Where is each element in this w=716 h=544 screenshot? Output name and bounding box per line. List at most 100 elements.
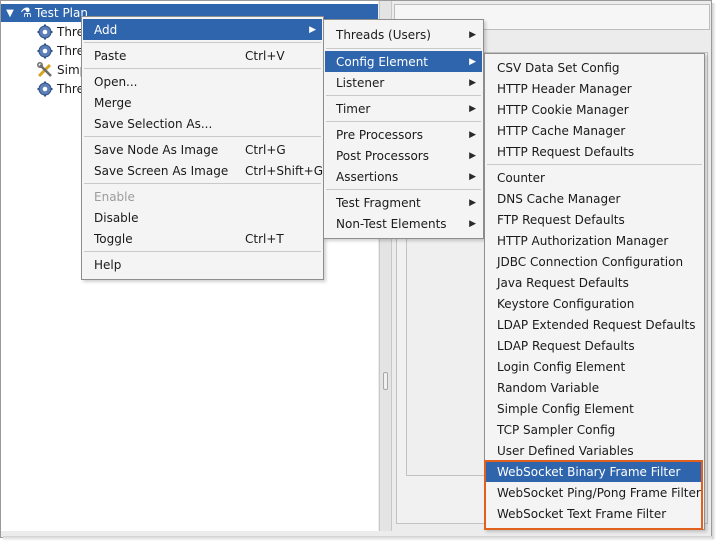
- gear-icon: [37, 81, 53, 97]
- menu-item-help[interactable]: Help: [83, 254, 322, 275]
- menu-item-label: Disable: [94, 210, 139, 225]
- menu-item-user-defined-variables[interactable]: User Defined Variables: [486, 440, 703, 461]
- menu-item-label: Test Fragment: [336, 195, 421, 210]
- menu-item-jdbc-connection-configuration[interactable]: JDBC Connection Configuration: [486, 251, 703, 272]
- menu-item-label: CSV Data Set Config: [497, 60, 620, 75]
- menu-item-listener[interactable]: Listener ▶: [325, 72, 482, 93]
- menu-item-label: Login Config Element: [497, 359, 626, 374]
- menu-separator: [326, 189, 481, 190]
- menu-item-label: Paste: [94, 48, 127, 63]
- menu-item-counter[interactable]: Counter: [486, 167, 703, 188]
- tree-node-thread-group[interactable]: Thre: [37, 42, 84, 60]
- config-element-submenu: CSV Data Set Config HTTP Header Manager …: [484, 53, 705, 530]
- menu-item-threads[interactable]: Threads (Users) ▶: [325, 24, 482, 45]
- menu-separator: [487, 164, 702, 165]
- menu-item-http-cache-manager[interactable]: HTTP Cache Manager: [486, 120, 703, 141]
- menu-item-assertions[interactable]: Assertions ▶: [325, 166, 482, 187]
- menu-item-http-authorization-manager[interactable]: HTTP Authorization Manager: [486, 230, 703, 251]
- menu-item-dns-cache-manager[interactable]: DNS Cache Manager: [486, 188, 703, 209]
- tree-node-simple-element[interactable]: Simp: [37, 61, 87, 79]
- menu-item-label: User Defined Variables: [497, 443, 634, 458]
- menu-item-merge[interactable]: Merge: [83, 92, 322, 113]
- menu-item-login-config-element[interactable]: Login Config Element: [486, 356, 703, 377]
- menu-separator: [84, 68, 321, 69]
- menu-item-label: Listener: [336, 75, 385, 90]
- menu-item-label: JDBC Connection Configuration: [497, 254, 684, 269]
- menu-item-ldap-request-defaults[interactable]: LDAP Request Defaults: [486, 335, 703, 356]
- menu-item-label: Help: [94, 257, 122, 272]
- menu-item-timer[interactable]: Timer ▶: [325, 98, 482, 119]
- menu-item-pre-processors[interactable]: Pre Processors ▶: [325, 124, 482, 145]
- menu-item-label: HTTP Request Defaults: [497, 144, 635, 159]
- menu-item-test-fragment[interactable]: Test Fragment ▶: [325, 192, 482, 213]
- menu-item-label: Timer: [336, 101, 371, 116]
- menu-item-label: Threads (Users): [336, 27, 431, 42]
- menu-item-websocket-binary-frame-filter[interactable]: WebSocket Binary Frame Filter: [486, 461, 703, 482]
- menu-item-keystore-configuration[interactable]: Keystore Configuration: [486, 293, 703, 314]
- menu-item-post-processors[interactable]: Post Processors ▶: [325, 145, 482, 166]
- menu-item-label: HTTP Cache Manager: [497, 123, 626, 138]
- menu-item-save-selection[interactable]: Save Selection As...: [83, 113, 322, 134]
- menu-item-label: TCP Sampler Config: [497, 422, 616, 437]
- menu-item-label: Config Element: [336, 54, 428, 69]
- menu-item-simple-config-element[interactable]: Simple Config Element: [486, 398, 703, 419]
- menu-item-label: Counter: [497, 170, 545, 185]
- menu-item-label: Open...: [94, 74, 138, 89]
- menu-item-java-request-defaults[interactable]: Java Request Defaults: [486, 272, 703, 293]
- splitter-grip[interactable]: [383, 372, 388, 390]
- menu-item-open[interactable]: Open...: [83, 71, 322, 92]
- menu-item-shortcut: Ctrl+T: [245, 231, 284, 246]
- menu-item-label: LDAP Extended Request Defaults: [497, 317, 696, 332]
- add-submenu: Threads (Users) ▶ Config Element ▶ Liste…: [323, 19, 484, 239]
- tools-icon: [37, 62, 52, 78]
- menu-item-http-request-defaults[interactable]: HTTP Request Defaults: [486, 141, 703, 162]
- gear-icon: [37, 43, 53, 59]
- menu-item-toggle[interactable]: Toggle Ctrl+T: [83, 228, 322, 249]
- expand-arrow-icon[interactable]: ▼: [3, 8, 17, 19]
- submenu-arrow-icon: ▶: [469, 197, 476, 208]
- menu-item-ldap-extended-request-defaults[interactable]: LDAP Extended Request Defaults: [486, 314, 703, 335]
- menu-item-save-screen-image[interactable]: Save Screen As Image Ctrl+Shift+G: [83, 160, 323, 181]
- menu-item-save-node-image[interactable]: Save Node As Image Ctrl+G: [83, 139, 322, 160]
- menu-item-label: WebSocket Binary Frame Filter: [497, 464, 681, 479]
- menu-separator: [84, 251, 321, 252]
- tree-node-thread-group[interactable]: Thre: [37, 23, 84, 41]
- menu-item-websocket-ping-pong-frame-filter[interactable]: WebSocket Ping/Pong Frame Filter: [486, 482, 703, 503]
- tree-node-label: Thre: [57, 25, 84, 39]
- menu-separator: [84, 183, 321, 184]
- editor-sub-panel: [406, 212, 486, 476]
- submenu-arrow-icon: ▶: [469, 171, 476, 182]
- menu-separator: [84, 136, 321, 137]
- menu-item-disable[interactable]: Disable: [83, 207, 322, 228]
- menu-item-http-header-manager[interactable]: HTTP Header Manager: [486, 78, 703, 99]
- menu-item-label: Keystore Configuration: [497, 296, 635, 311]
- menu-item-enable: Enable: [83, 186, 322, 207]
- window-shadow: [3, 536, 714, 541]
- tree-node-thread-group[interactable]: Thre: [37, 80, 84, 98]
- menu-item-non-test-elements[interactable]: Non-Test Elements ▶: [325, 213, 482, 234]
- menu-item-label: Merge: [94, 95, 132, 110]
- submenu-arrow-icon: ▶: [469, 56, 476, 67]
- window-shadow-right: [712, 3, 716, 539]
- submenu-arrow-icon: ▶: [469, 129, 476, 140]
- submenu-arrow-icon: ▶: [469, 77, 476, 88]
- menu-item-random-variable[interactable]: Random Variable: [486, 377, 703, 398]
- menu-item-ftp-request-defaults[interactable]: FTP Request Defaults: [486, 209, 703, 230]
- menu-item-websocket-text-frame-filter[interactable]: WebSocket Text Frame Filter: [486, 503, 703, 524]
- menu-item-label: Toggle: [94, 231, 133, 246]
- menu-item-tcp-sampler-config[interactable]: TCP Sampler Config: [486, 419, 703, 440]
- menu-item-label: FTP Request Defaults: [497, 212, 625, 227]
- menu-item-label: LDAP Request Defaults: [497, 338, 635, 353]
- menu-item-paste[interactable]: Paste Ctrl+V: [83, 45, 322, 66]
- menu-item-label: Enable: [94, 189, 135, 204]
- menu-item-add[interactable]: Add ▶: [83, 19, 322, 40]
- submenu-arrow-icon: ▶: [309, 24, 316, 35]
- menu-item-http-cookie-manager[interactable]: HTTP Cookie Manager: [486, 99, 703, 120]
- submenu-arrow-icon: ▶: [469, 29, 476, 40]
- menu-item-csv-data-set-config[interactable]: CSV Data Set Config: [486, 57, 703, 78]
- menu-item-label: Java Request Defaults: [497, 275, 629, 290]
- menu-item-config-element[interactable]: Config Element ▶: [325, 51, 482, 72]
- submenu-arrow-icon: ▶: [469, 150, 476, 161]
- menu-item-shortcut: Ctrl+V: [245, 48, 285, 63]
- menu-item-label: DNS Cache Manager: [497, 191, 621, 206]
